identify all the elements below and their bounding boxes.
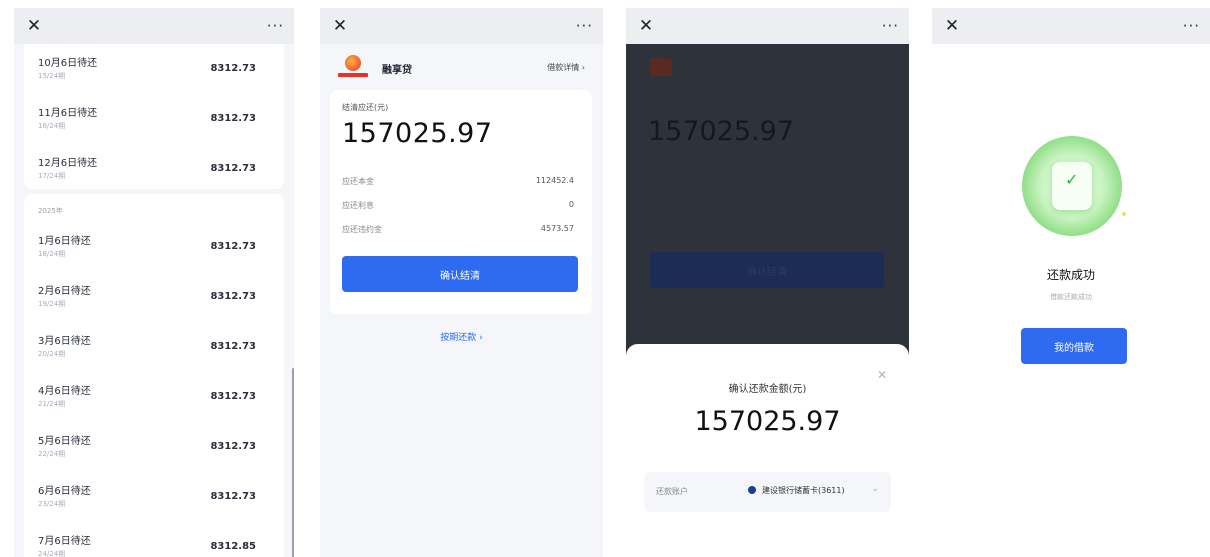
- row-period: 20/24期: [38, 350, 66, 358]
- success-subtitle: 借款还款成功: [1050, 293, 1092, 301]
- row-title: 1月6日待还: [38, 236, 91, 247]
- sheet-title: 确认还款金额(元): [728, 384, 807, 395]
- row-amount: 8312.73: [210, 241, 256, 252]
- detail-label: 应还利息: [342, 201, 374, 210]
- schedule-row[interactable]: 7月6日待还 24/24期 8312.85: [38, 532, 270, 557]
- phone-screen-settle: ✕ ··· 融享贷 借款详情 › 结清应还(元) 157025.97 应还本金 …: [320, 8, 603, 557]
- scrollbar[interactable]: [292, 368, 294, 557]
- row-title: 4月6日待还: [38, 386, 91, 397]
- more-icon[interactable]: ···: [882, 17, 899, 35]
- row-period: 16/24期: [38, 122, 66, 130]
- row-period: 15/24期: [38, 72, 66, 80]
- schedule-card-2024: 10月6日待还 15/24期 8312.73 11月6日待还 16/24期 83…: [24, 44, 284, 189]
- row-amount: 8312.73: [210, 341, 256, 352]
- detail-value: 112452.4: [535, 176, 574, 185]
- phone-screen-success: ✕ ··· ✓ 还款成功 借款还款成功 我的借款: [932, 8, 1210, 557]
- detail-label: 应还违约金: [342, 225, 382, 234]
- my-loans-button[interactable]: 我的借款: [1021, 328, 1127, 364]
- schedule-row[interactable]: 1月6日待还 18/24期 8312.73: [38, 232, 270, 268]
- row-amount: 8312.73: [210, 391, 256, 402]
- row-title: 11月6日待还: [38, 108, 98, 119]
- sheet-amount: 157025.97: [694, 406, 841, 437]
- ghost-logo: [650, 58, 672, 76]
- schedule-row[interactable]: 3月6日待还 20/24期 8312.73: [38, 332, 270, 368]
- loan-detail-link[interactable]: 借款详情 ›: [547, 62, 585, 73]
- brand-logo: [338, 54, 368, 80]
- row-title: 7月6日待还: [38, 536, 91, 547]
- more-icon[interactable]: ···: [576, 17, 593, 35]
- ghost-amount: 157025.97: [648, 116, 795, 147]
- settle-card: 结清应还(元) 157025.97 应还本金 112452.4 应还利息 0 应…: [330, 90, 592, 314]
- more-icon[interactable]: ···: [267, 17, 284, 35]
- chevron-down-icon: ⌄: [871, 484, 879, 494]
- logo-subline: [338, 73, 368, 77]
- ghost-confirm-button: 确认结清: [650, 252, 884, 288]
- close-icon[interactable]: ✕: [636, 16, 656, 36]
- close-icon[interactable]: ✕: [330, 16, 350, 36]
- top-bar: ✕ ···: [932, 8, 1210, 44]
- detail-row: 应还利息 0: [342, 200, 580, 214]
- success-title: 还款成功: [1046, 268, 1095, 282]
- confirm-bottom-sheet: ✕ 确认还款金额(元) 157025.97 还款账户 建设银行储蓄卡(3611)…: [626, 344, 909, 557]
- row-amount: 8312.73: [210, 491, 256, 502]
- amount-label: 结清应还(元): [342, 103, 389, 112]
- schedule-card-2025: 2025年 1月6日待还 18/24期 8312.73 2月6日待还 19/24…: [24, 194, 284, 557]
- row-title: 2月6日待还: [38, 286, 91, 297]
- row-amount: 8312.73: [210, 63, 256, 74]
- schedule-row[interactable]: 5月6日待还 22/24期 8312.73: [38, 432, 270, 468]
- card-wavy-edge: [330, 310, 592, 314]
- detail-value: 4573.57: [540, 224, 574, 233]
- sparkle-icon: [1122, 212, 1126, 216]
- row-period: 21/24期: [38, 400, 66, 408]
- row-title: 10月6日待还: [38, 58, 98, 69]
- row-amount: 8312.73: [210, 441, 256, 452]
- settle-amount: 157025.97: [342, 118, 493, 149]
- row-period: 22/24期: [38, 450, 66, 458]
- schedule-row[interactable]: 4月6日待还 21/24期 8312.73: [38, 382, 270, 418]
- schedule-row[interactable]: 11月6日待还 16/24期 8312.73: [38, 104, 270, 140]
- row-title: 5月6日待还: [38, 436, 91, 447]
- schedule-row[interactable]: 6月6日待还 23/24期 8312.73: [38, 482, 270, 518]
- check-icon: ✓: [1065, 170, 1079, 189]
- account-value: 建设银行储蓄卡(3611): [762, 486, 845, 495]
- repay-account-selector[interactable]: 还款账户 建设银行储蓄卡(3611) ⌄: [644, 472, 891, 512]
- phone-screen-schedule: ✕ ··· 10月6日待还 15/24期 8312.73 11月6日待还 16/…: [14, 8, 294, 557]
- phone-screen-confirm-sheet: ✕ ··· 157025.97 确认结清 ✕ 确认还款金额(元) 157025.…: [626, 8, 909, 557]
- row-period: 17/24期: [38, 172, 66, 180]
- row-title: 6月6日待还: [38, 486, 91, 497]
- brand-row: 融享贷 借款详情 ›: [338, 54, 585, 80]
- confirm-settle-button[interactable]: 确认结清: [342, 256, 578, 292]
- row-period: 18/24期: [38, 250, 66, 258]
- row-amount: 8312.73: [210, 163, 256, 174]
- repay-on-schedule-link[interactable]: 按期还款 ›: [320, 330, 603, 343]
- account-label: 还款账户: [656, 487, 688, 496]
- row-period: 23/24期: [38, 500, 66, 508]
- bank-icon: [748, 486, 756, 494]
- detail-row: 应还违约金 4573.57: [342, 224, 580, 238]
- close-icon[interactable]: ✕: [942, 16, 962, 36]
- row-amount: 8312.73: [210, 291, 256, 302]
- schedule-row[interactable]: 2月6日待还 19/24期 8312.73: [38, 282, 270, 318]
- schedule-row[interactable]: 12月6日待还 17/24期 8312.73: [38, 154, 270, 190]
- row-amount: 8312.85: [210, 541, 256, 552]
- row-title: 12月6日待还: [38, 158, 98, 169]
- brand-name: 融享贷: [382, 65, 412, 76]
- row-period: 24/24期: [38, 550, 66, 557]
- more-icon[interactable]: ···: [1183, 17, 1200, 35]
- close-icon[interactable]: ✕: [24, 16, 44, 36]
- row-title: 3月6日待还: [38, 336, 91, 347]
- schedule-row[interactable]: 10月6日待还 15/24期 8312.73: [38, 54, 270, 90]
- success-illustration: ✓: [1022, 136, 1126, 236]
- detail-row: 应还本金 112452.4: [342, 176, 580, 190]
- top-bar: ✕ ···: [320, 8, 603, 44]
- top-bar: ✕ ···: [14, 8, 294, 44]
- top-bar: ✕ ···: [626, 8, 909, 44]
- row-amount: 8312.73: [210, 113, 256, 124]
- year-label: 2025年: [38, 207, 63, 215]
- detail-label: 应还本金: [342, 177, 374, 186]
- row-period: 19/24期: [38, 300, 66, 308]
- detail-value: 0: [568, 200, 574, 209]
- logo-mark: [345, 55, 361, 71]
